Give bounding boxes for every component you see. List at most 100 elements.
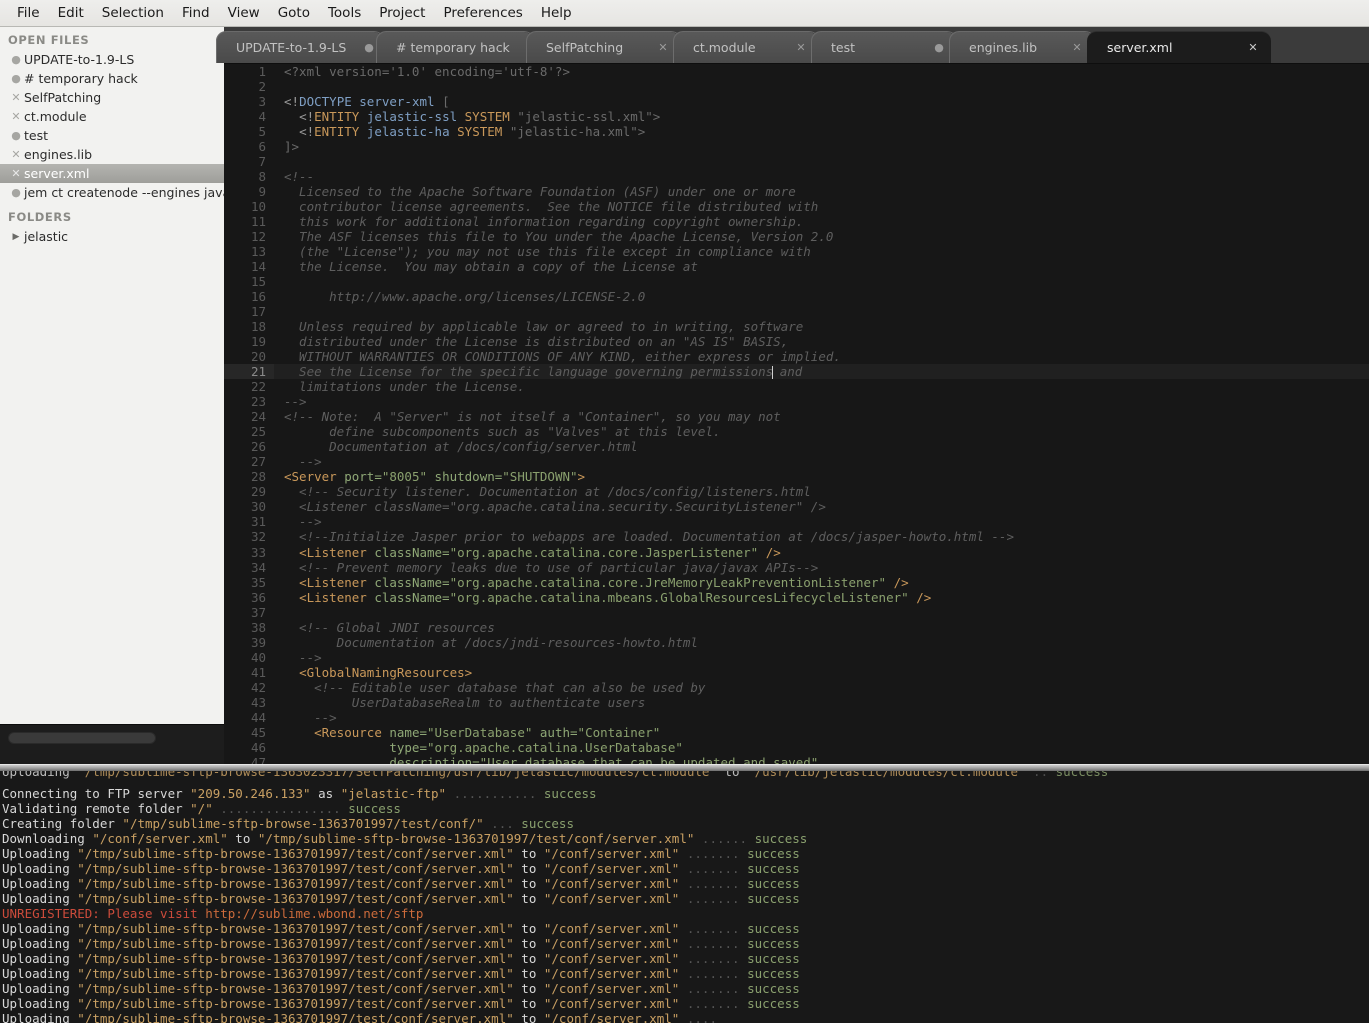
code-line[interactable]: 22 limitations under the License. xyxy=(224,379,1369,394)
code-line[interactable]: 11 this work for additional information … xyxy=(224,214,1369,229)
dot-icon[interactable]: ● xyxy=(8,129,24,142)
sftp-console-panel[interactable]: Uploading "/tmp/sublime-sftp-browse-1363… xyxy=(0,771,1369,1023)
sidebar-item-test[interactable]: ● test xyxy=(0,126,224,145)
tab-temporary-hack[interactable]: # temporary hack● xyxy=(376,31,537,63)
menu-item-view[interactable]: View xyxy=(219,3,269,23)
code-line[interactable]: 31 --> xyxy=(224,514,1369,529)
code-line[interactable]: 43 UserDatabaseRealm to authenticate use… xyxy=(224,695,1369,710)
sidebar-item-engines-lib[interactable]: ✕ engines.lib xyxy=(0,145,224,164)
code-line[interactable]: 39 Documentation at /docs/jndi-resources… xyxy=(224,635,1369,650)
code-text: <Resource name="UserDatabase" auth="Cont… xyxy=(314,724,661,740)
sidebar-item-ct-module[interactable]: ✕ ct.module xyxy=(0,107,224,126)
code-line[interactable]: 25 define subcomponents such as "Valves"… xyxy=(224,424,1369,439)
code-line[interactable]: 34 <!-- Prevent memory leaks due to use … xyxy=(224,560,1369,575)
menu-item-find[interactable]: Find xyxy=(173,3,219,23)
sidebar-item-server-xml[interactable]: ✕ server.xml xyxy=(0,164,224,183)
code-line[interactable]: 6]> xyxy=(224,139,1369,154)
code-line[interactable]: 9 Licensed to the Apache Software Founda… xyxy=(224,184,1369,199)
sidebar-item-update-to-1-9-ls[interactable]: ● UPDATE-to-1.9-LS xyxy=(0,50,224,69)
tab-ct.module[interactable]: ct.module ✕ xyxy=(673,31,819,63)
sidebar-item-temporary-hack[interactable]: ● # temporary hack xyxy=(0,69,224,88)
triangle-right-icon[interactable]: ▶ xyxy=(8,232,24,242)
console-url[interactable]: http://sublime.wbond.net/sftp xyxy=(205,906,423,921)
close-icon[interactable]: ✕ xyxy=(8,167,24,180)
code-line[interactable]: 15 xyxy=(224,274,1369,289)
sidebar-item-jem-ct-createnode-engines-java6[interactable]: ● jem ct createnode --engines java6, xyxy=(0,183,224,202)
dot-icon[interactable]: ● xyxy=(8,72,24,85)
close-icon[interactable]: ✕ xyxy=(795,41,807,54)
code-line[interactable]: 4 <!ENTITY jelastic-ssl SYSTEM "jelastic… xyxy=(224,109,1369,124)
close-icon[interactable]: ✕ xyxy=(1071,41,1083,54)
code-line[interactable]: 16 http://www.apache.org/licenses/LICENS… xyxy=(224,289,1369,304)
menu-item-project[interactable]: Project xyxy=(370,3,434,23)
code-line[interactable]: 36 <Listener className="org.apache.catal… xyxy=(224,590,1369,605)
code-line[interactable]: 10 contributor license agreements. See t… xyxy=(224,199,1369,214)
line-number: 17 xyxy=(250,304,266,320)
close-icon[interactable]: ✕ xyxy=(657,41,669,54)
sidebar-scrollbar-thumb[interactable] xyxy=(8,732,156,744)
console-dots: ....... xyxy=(679,846,748,862)
dot-icon[interactable]: ● xyxy=(8,53,24,66)
tab-engines.lib[interactable]: engines.lib ✕ xyxy=(949,31,1095,63)
code-line[interactable]: 3 <!DOCTYPE server-xml [ xyxy=(224,94,1369,109)
menu-item-tools[interactable]: Tools xyxy=(319,3,370,23)
code-line[interactable]: 37 xyxy=(224,605,1369,620)
code-line[interactable]: 40 --> xyxy=(224,650,1369,665)
menu-item-selection[interactable]: Selection xyxy=(93,3,173,23)
code-line[interactable]: 41 <GlobalNamingResources> xyxy=(224,665,1369,680)
close-icon[interactable]: ✕ xyxy=(8,110,24,123)
menu-item-goto[interactable]: Goto xyxy=(269,3,319,23)
close-icon[interactable]: ✕ xyxy=(1247,41,1259,54)
code-line[interactable]: 12 The ASF licenses this file to You und… xyxy=(224,229,1369,244)
code-line[interactable]: 8 <!-- xyxy=(224,169,1369,184)
code-line[interactable]: 38 <!-- Global JNDI resources xyxy=(224,620,1369,635)
code-line[interactable]: 46 type="org.apache.catalina.UserDatabas… xyxy=(224,740,1369,755)
code-line[interactable]: 29 <!-- Security listener. Documentation… xyxy=(224,484,1369,499)
code-line[interactable]: 5 <!ENTITY jelastic-ha SYSTEM "jelastic-… xyxy=(224,124,1369,139)
code-line[interactable]: 27 --> xyxy=(224,454,1369,469)
close-icon[interactable]: ✕ xyxy=(8,148,24,161)
code-line[interactable]: 19 distributed under the License is dist… xyxy=(224,334,1369,349)
menu-item-edit[interactable]: Edit xyxy=(49,3,93,23)
code-line[interactable]: 7 xyxy=(224,154,1369,169)
console-path-2: "/conf/server.xml" xyxy=(543,921,680,937)
code-line[interactable]: 28 <Server port="8005" shutdown="SHUTDOWN… xyxy=(224,469,1369,484)
code-line[interactable]: 33 <Listener className="org.apache.catal… xyxy=(224,545,1369,560)
console-midtext: to xyxy=(513,1011,544,1023)
code-editor[interactable]: 1 <?xml version='1.0' encoding='utf-8'?> 2… xyxy=(224,64,1369,768)
code-line[interactable]: 18 Unless required by applicable law or … xyxy=(224,319,1369,334)
panel-divider[interactable] xyxy=(0,764,1369,771)
menu-item-help[interactable]: Help xyxy=(532,3,581,23)
code-line[interactable]: 13 (the "License"); you may not use this… xyxy=(224,244,1369,259)
code-line[interactable]: 14 the License. You may obtain a copy of… xyxy=(224,259,1369,274)
code-line[interactable]: 21 See the License for the specific lang… xyxy=(224,364,1369,380)
code-line[interactable]: 24 <!-- Note: A "Server" is not itself a … xyxy=(224,409,1369,424)
code-line[interactable]: 30 <Listener className="org.apache.catal… xyxy=(224,499,1369,514)
code-line[interactable]: 32 <!--Initialize Jasper prior to webapp… xyxy=(224,529,1369,544)
console-line: Uploading "/tmp/sublime-sftp-browse-1363… xyxy=(2,1011,1369,1023)
sidebar-horizontal-scrollbar[interactable] xyxy=(0,724,224,750)
menu-item-preferences[interactable]: Preferences xyxy=(434,3,531,23)
code-line[interactable]: 20 WITHOUT WARRANTIES OR CONDITIONS OF A… xyxy=(224,349,1369,364)
code-line[interactable]: 2 xyxy=(224,79,1369,94)
tab-selfpatching[interactable]: SelfPatching ✕ xyxy=(526,31,681,63)
tab-server.xml[interactable]: server.xml ✕ xyxy=(1087,31,1271,63)
code-line[interactable]: 35 <Listener className="org.apache.catal… xyxy=(224,575,1369,590)
close-icon[interactable]: ✕ xyxy=(8,91,24,104)
code-line[interactable]: 42 <!-- Editable user database that can … xyxy=(224,680,1369,695)
dot-icon[interactable]: ● xyxy=(8,186,24,199)
code-line[interactable]: 17 xyxy=(224,304,1369,319)
tab-test[interactable]: test ● xyxy=(811,31,957,63)
code-line[interactable]: 26 Documentation at /docs/config/server.… xyxy=(224,439,1369,454)
code-line[interactable]: 45 <Resource name="UserDatabase" auth="C… xyxy=(224,725,1369,740)
sublime-text-window: File Edit Selection Find View Goto Tools Projec… xyxy=(0,0,1369,1023)
tab-update-to-1.9-ls[interactable]: UPDATE-to-1.9-LS ● xyxy=(216,31,384,63)
dot-icon[interactable]: ● xyxy=(364,41,374,54)
folder-item-jelastic[interactable]: ▶ jelastic xyxy=(0,227,224,246)
code-line[interactable]: 44 --> xyxy=(224,710,1369,725)
dot-icon[interactable]: ● xyxy=(933,41,945,54)
code-line[interactable]: 23 --> xyxy=(224,394,1369,409)
sidebar-item-selfpatching[interactable]: ✕ SelfPatching xyxy=(0,88,224,107)
code-line[interactable]: 1 <?xml version='1.0' encoding='utf-8'?> xyxy=(224,64,1369,79)
menu-item-file[interactable]: File xyxy=(8,3,49,23)
